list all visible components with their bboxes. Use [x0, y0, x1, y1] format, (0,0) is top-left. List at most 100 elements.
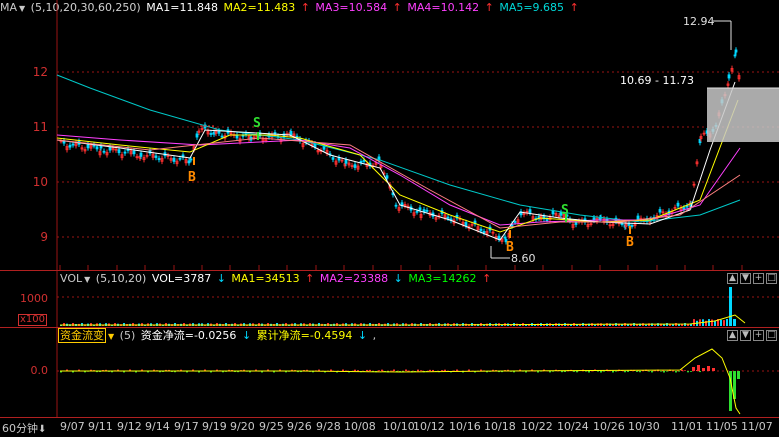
- flow-bar: [737, 371, 740, 379]
- period-selector[interactable]: 60分钟⬇: [2, 420, 46, 436]
- candle-body: [95, 146, 99, 150]
- date-label: 10/22: [521, 420, 553, 433]
- candle-body: [630, 225, 634, 227]
- cum-flow-line: [60, 348, 741, 415]
- flow-bar: [699, 371, 701, 373]
- candle-body: [636, 215, 640, 220]
- candle-body: [482, 231, 486, 233]
- flow-bar: [666, 371, 668, 372]
- candle-body: [172, 157, 176, 162]
- volume-panel[interactable]: VOL ▼ (5,10,20) VOL=3787 ↓ MA1=34513 ↑ MA…: [0, 270, 779, 328]
- flow-bar: [603, 371, 605, 372]
- vol-tick: 1000: [20, 292, 48, 305]
- candle-body: [658, 209, 662, 213]
- price-tick: 9: [40, 230, 48, 244]
- candle-body: [187, 160, 191, 164]
- sell-signal: S: [253, 116, 261, 131]
- flow-bar: [588, 371, 590, 373]
- fund-flow-chart[interactable]: [0, 328, 779, 418]
- date-label: 10/12: [413, 420, 445, 433]
- price-panel[interactable]: MA ▼ (5,10,20,30,60,250) MA1=11.848 MA2=1…: [0, 0, 779, 270]
- range-label: 10.69 - 11.73: [620, 74, 694, 87]
- date-label: 9/19: [202, 420, 227, 433]
- date-label: 11/01: [671, 420, 703, 433]
- volume-bar: [729, 287, 732, 326]
- period-label: 60分钟: [2, 422, 38, 435]
- candle-body: [102, 150, 106, 153]
- vol-unit-label: x100: [18, 314, 48, 326]
- candle-body: [220, 135, 224, 138]
- volume-bar: [711, 319, 713, 326]
- date-label: 10/08: [344, 420, 376, 433]
- flow-bar: [576, 371, 578, 373]
- flow-bar: [342, 369, 344, 371]
- date-label: 9/12: [117, 420, 142, 433]
- flow-bar: [675, 371, 677, 373]
- flow-bar: [672, 370, 674, 372]
- buy-signal: B: [188, 170, 196, 185]
- flow-bar: [468, 369, 470, 371]
- candle-body: [733, 54, 737, 57]
- candle-body: [139, 152, 143, 157]
- fund-flow-panel[interactable]: 资金流变 ▼ (5) 资金净流=-0.0256 ↓ 累计净流=-0.4594 ↓ …: [0, 327, 779, 418]
- candle-body: [734, 49, 738, 53]
- buy-signal: B: [506, 240, 514, 255]
- date-label: 9/20: [230, 420, 255, 433]
- volume-bar: [726, 319, 728, 326]
- candle-body: [157, 158, 161, 161]
- date-label: 10/26: [593, 420, 625, 433]
- flow-bar: [624, 371, 626, 373]
- candle-body: [92, 144, 96, 147]
- candle-body: [727, 74, 731, 79]
- price-tick: 11: [32, 120, 48, 134]
- volume-bar: [603, 324, 605, 326]
- candle-body: [289, 131, 293, 136]
- volume-bar: [693, 319, 695, 326]
- flow-bar: [684, 370, 686, 371]
- date-label: 10/10: [383, 420, 415, 433]
- flow-bar: [444, 369, 446, 371]
- flow-bar: [639, 371, 641, 373]
- flow-bar: [678, 371, 680, 372]
- candle-body: [86, 144, 90, 149]
- candle-body: [295, 135, 299, 138]
- flow-bar: [564, 371, 566, 373]
- date-label: 9/28: [316, 420, 341, 433]
- flow-bar: [441, 370, 443, 371]
- range-box: [707, 88, 779, 142]
- flow-bar: [692, 367, 695, 371]
- flow-bar: [654, 370, 656, 372]
- candle-body: [108, 146, 112, 151]
- flow-bar: [702, 368, 705, 371]
- candle-body: [178, 157, 182, 160]
- price-chart[interactable]: [0, 0, 779, 270]
- candle-body: [479, 228, 483, 232]
- flow-bar: [681, 369, 683, 371]
- price-tick: 10: [32, 175, 48, 189]
- candle-body: [331, 157, 335, 160]
- candle-body: [154, 155, 158, 158]
- flow-tick: 0.0: [30, 364, 49, 377]
- candle-body: [209, 133, 213, 135]
- date-label: 9/07: [60, 420, 85, 433]
- high-price-label: 12.94: [683, 15, 715, 28]
- flow-bar: [707, 366, 710, 371]
- date-label: 11/05: [706, 420, 738, 433]
- volume-bar: [720, 319, 722, 326]
- candle-body: [513, 221, 517, 223]
- flow-bar: [690, 371, 692, 372]
- flow-bar: [612, 371, 614, 373]
- candle-body: [545, 219, 549, 221]
- flow-bar: [354, 369, 356, 371]
- candle-body: [676, 202, 680, 207]
- flow-bar: [408, 370, 410, 372]
- volume-chart[interactable]: [0, 271, 779, 328]
- candle-body: [418, 207, 422, 211]
- candle-body: [425, 209, 429, 212]
- volume-bar: [663, 324, 665, 326]
- flow-bar: [456, 369, 458, 371]
- candle-body: [385, 175, 389, 179]
- volume-bar: [733, 319, 736, 326]
- flow-bar: [712, 368, 715, 371]
- date-axis: 60分钟⬇ 9/07 9/11 9/12 9/14 9/17 9/19 9/20 9/25 9/…: [0, 417, 779, 437]
